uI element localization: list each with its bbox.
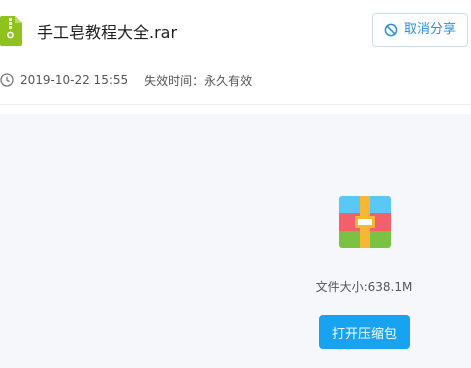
clock-icon <box>0 73 14 87</box>
open-archive-button[interactable]: 打开压缩包 <box>319 315 410 349</box>
archive-icon <box>339 196 391 248</box>
file-size: 文件大小:638.1M <box>315 280 413 294</box>
zip-file-icon <box>0 16 22 46</box>
cancel-share-label: 取消分享 <box>403 22 456 37</box>
cancel-circle-icon <box>384 23 398 37</box>
share-meta: 2019-10-22 15:55 失效时间： 永久有效 <box>0 71 252 89</box>
expiry-value: 永久有效 <box>204 73 253 88</box>
share-date: 2019-10-22 15:55 <box>20 73 129 87</box>
expiry-label: 失效时间： <box>144 73 205 88</box>
file-preview-panel: 文件大小:638.1M 打开压缩包 <box>0 114 471 368</box>
divider <box>0 104 471 105</box>
cancel-share-button[interactable]: 取消分享 <box>372 13 468 47</box>
file-name: 手工皂教程大全.rar <box>37 23 178 42</box>
share-page: 手工皂教程大全.rar 取消分享 2019-10-22 15:55 失效时间： … <box>0 0 471 368</box>
